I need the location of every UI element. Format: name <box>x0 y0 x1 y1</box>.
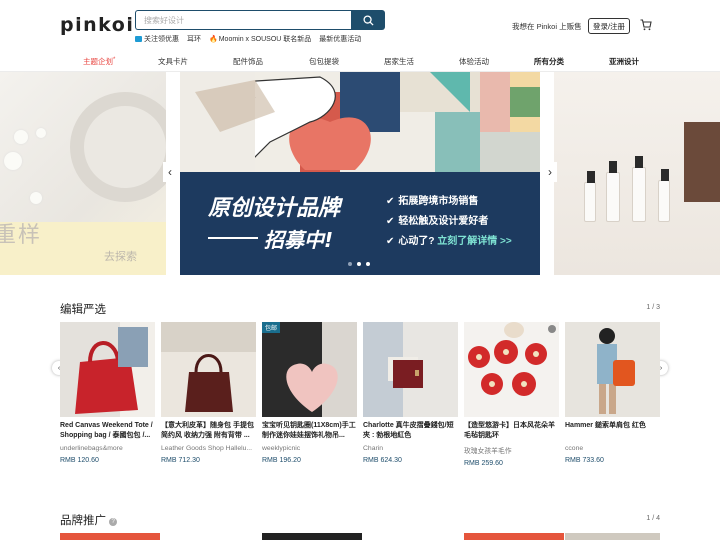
carousel-dots <box>348 262 370 266</box>
product-image[interactable] <box>60 322 155 417</box>
nav-item-featured[interactable]: 主题企划* <box>83 56 115 67</box>
banner-subtitle: 招募中! <box>264 228 334 252</box>
bottle-decor <box>584 171 596 222</box>
nav-item-asia-design[interactable]: 亚洲设计 <box>609 56 639 67</box>
product-card[interactable]: 【造型悠游卡】日本风花朵羊毛毡钥匙环 玫瑰女孩羊毛作 RMB 259.60 <box>464 322 559 467</box>
chevron-right-icon: › <box>659 364 663 372</box>
nav-item-accessories[interactable]: 配件饰品 <box>233 56 263 67</box>
product-shop[interactable]: underlinebags&more <box>60 445 155 452</box>
banner-cta[interactable]: ✔ 心动了? 立刻了解详情 >> <box>386 232 512 247</box>
banner-bullet: ✔ 轻松触及设计爱好者 <box>386 216 489 227</box>
check-icon: ✔ <box>386 236 395 247</box>
hero-carousel: 重样 去探索 原创设计品牌 招募中! ✔ 拓展跨境市场销售 ✔ 轻松触及设计爱好者 … <box>0 72 720 280</box>
banner-divider <box>208 237 258 239</box>
quick-link-follow[interactable]: 关注领优惠 <box>135 34 179 44</box>
nav-item-experiences[interactable]: 体验活动 <box>459 56 489 67</box>
product-price: RMB 259.60 <box>464 460 503 467</box>
chevron-left-icon: ‹ <box>168 165 172 179</box>
carousel-dot[interactable] <box>348 262 352 266</box>
product-shop[interactable]: 玫瑰女孩羊毛作 <box>464 445 559 455</box>
coupon-icon <box>135 36 142 42</box>
check-icon: ✔ <box>386 196 395 207</box>
editor-picks-list: Red Canvas Weekend Tote / Shopping bag /… <box>60 322 660 472</box>
flower-decor <box>14 130 28 144</box>
fire-icon: 🔥 <box>209 36 218 43</box>
pinkoi-logo[interactable]: pinkoi <box>60 14 134 36</box>
sell-on-pinkoi-link[interactable]: 我想在 Pinkoi 上贩售 <box>512 21 582 32</box>
nav-item-bags[interactable]: 包包提袋 <box>309 56 339 67</box>
quick-link-earrings[interactable]: 耳环 <box>187 34 201 44</box>
search-icon <box>362 14 374 26</box>
product-image[interactable] <box>565 322 660 417</box>
search-button[interactable] <box>351 10 385 30</box>
product-price: RMB 733.60 <box>565 457 604 464</box>
login-register-button[interactable]: 登录/注册 <box>588 18 630 34</box>
product-title[interactable]: Charlotte 真牛皮摺疊錢包/短夾 : 勃根地紅色 <box>363 421 458 441</box>
search-box <box>135 10 385 30</box>
flower-decor <box>36 128 46 138</box>
info-icon[interactable]: ? <box>109 518 118 526</box>
product-price: RMB 196.20 <box>262 457 301 464</box>
banner-prev-slide[interactable]: 重样 去探索 <box>0 72 166 275</box>
product-card[interactable]: Hammer 鎚索单肩包 红色 ccone RMB 733.60 <box>565 322 660 464</box>
section-title-brand-promo: 品牌推广 ? <box>60 512 118 528</box>
brand-promo-strip <box>60 533 660 540</box>
nav-item-home[interactable]: 居家生活 <box>384 56 414 67</box>
banner-next-slide[interactable] <box>554 72 720 275</box>
product-title[interactable]: Red Canvas Weekend Tote / Shopping bag /… <box>60 421 155 441</box>
quick-link-moomin[interactable]: 🔥Moomin x SOUSOU 联名新品 <box>209 34 311 44</box>
product-shop[interactable]: Charin <box>363 445 458 452</box>
bottle-decor <box>658 169 670 222</box>
editor-picks-pager: 1 / 3 <box>646 304 660 311</box>
category-nav: 主题企划* 文具卡片 配件饰品 包包提袋 居家生活 体验活动 所有分类 亚洲设计 <box>0 52 720 72</box>
prev-slide-explore: 去探索 <box>104 251 137 263</box>
brand-promo-pager: 1 / 4 <box>646 515 660 522</box>
chevron-right-icon: › <box>548 165 552 179</box>
nav-item-all-categories[interactable]: 所有分类 <box>534 56 564 67</box>
video-icon <box>548 325 556 333</box>
product-card[interactable]: Charlotte 真牛皮摺疊錢包/短夾 : 勃根地紅色 Charin RMB … <box>363 322 458 464</box>
product-price: RMB 120.60 <box>60 457 99 464</box>
product-title[interactable]: 【造型悠游卡】日本风花朵羊毛毡钥匙环 <box>464 421 559 441</box>
carousel-prev-button[interactable]: ‹ <box>163 162 177 182</box>
section-title-editor-picks: 编辑严选 <box>60 304 106 316</box>
check-icon: ✔ <box>386 216 395 227</box>
cart-icon[interactable] <box>640 19 652 31</box>
product-price: RMB 712.30 <box>161 457 200 464</box>
product-shop[interactable]: weeklypicnic <box>262 445 357 452</box>
carousel-dot[interactable] <box>366 262 370 266</box>
product-image[interactable] <box>464 322 559 417</box>
flower-decor <box>4 152 22 170</box>
box-decor <box>684 122 720 202</box>
carousel-dot-active[interactable] <box>357 262 361 266</box>
product-image[interactable] <box>161 322 256 417</box>
banner-illustration <box>180 72 540 184</box>
quick-link-deals[interactable]: 最新优惠活动 <box>319 34 361 44</box>
header: pinkoi 关注领优惠 耳环 🔥Moomin x SOUSOU 联名新品 最新… <box>0 0 720 50</box>
product-shop[interactable]: ccone <box>565 445 660 452</box>
free-shipping-badge: 包邮 <box>262 322 281 333</box>
product-price: RMB 624.30 <box>363 457 402 464</box>
product-shop[interactable]: Leather Goods Shop Hallelu... <box>161 445 256 452</box>
flower-decor <box>30 192 42 204</box>
product-card[interactable]: Red Canvas Weekend Tote / Shopping bag /… <box>60 322 155 464</box>
decor-fan <box>70 92 166 202</box>
product-title[interactable]: 【意大利皮革】随身包 手提包 简约风 收纳力强 附有背带 ... <box>161 421 256 441</box>
product-image[interactable] <box>363 322 458 417</box>
prev-slide-title: 重样 <box>0 223 43 248</box>
product-card[interactable]: 包邮 宝宝听见钥匙圈(11X8cm)手工制作迷你娃娃摆饰礼物吊... weekl… <box>262 322 357 464</box>
product-image[interactable]: 包邮 <box>262 322 357 417</box>
banner-title: 原创设计品牌 <box>208 196 341 221</box>
bottle-decor <box>606 161 620 222</box>
product-card[interactable]: 【意大利皮革】随身包 手提包 简约风 收纳力强 附有背带 ... Leather… <box>161 322 256 464</box>
carousel-next-button[interactable]: › <box>543 162 557 182</box>
product-title[interactable]: Hammer 鎚索单肩包 红色 <box>565 421 660 441</box>
product-title[interactable]: 宝宝听见钥匙圈(11X8cm)手工制作迷你娃娃摆饰礼物吊... <box>262 421 357 441</box>
banner-bullet: ✔ 拓展跨境市场销售 <box>386 196 479 207</box>
quick-links: 关注领优惠 耳环 🔥Moomin x SOUSOU 联名新品 最新优惠活动 <box>135 34 361 44</box>
search-input[interactable] <box>135 10 351 30</box>
bottle-decor <box>632 156 646 222</box>
nav-item-stationery[interactable]: 文具卡片 <box>158 56 188 67</box>
main-banner-slide[interactable]: 原创设计品牌 招募中! ✔ 拓展跨境市场销售 ✔ 轻松触及设计爱好者 ✔ 心动了? 立… <box>180 72 540 275</box>
